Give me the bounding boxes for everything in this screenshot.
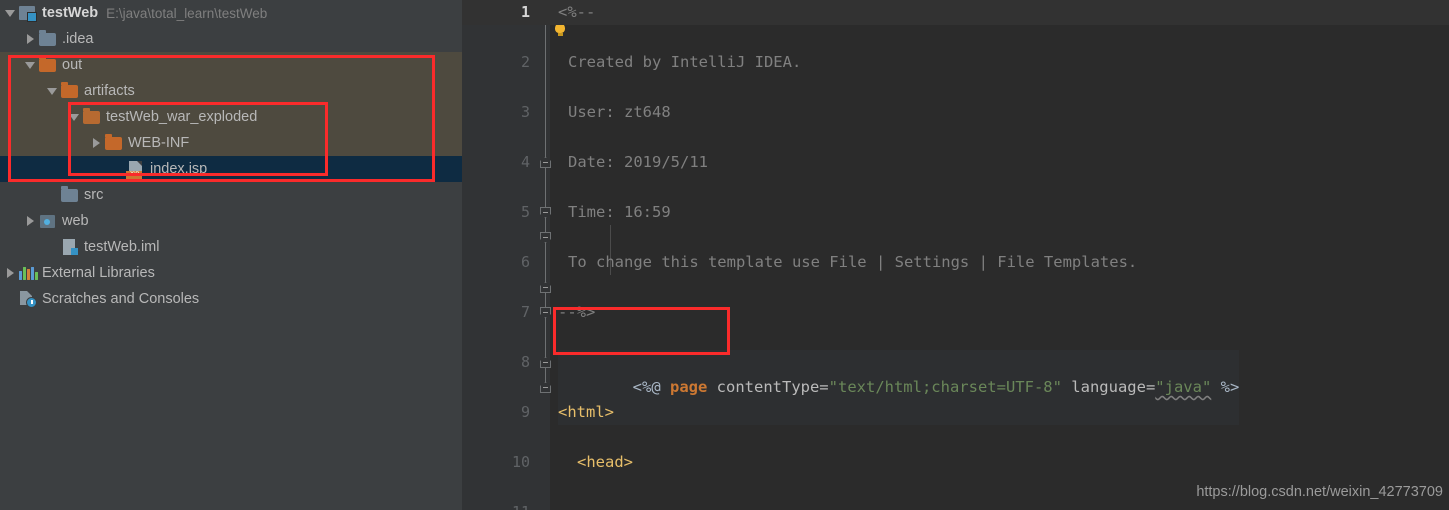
sidebar-item-testweb-iml[interactable]: testWeb.iml [0, 234, 462, 260]
chevron-down-icon[interactable] [2, 0, 18, 26]
code-line-6[interactable]: 6 To change this template use File | Set… [462, 250, 1449, 275]
sidebar-item-label: web [62, 213, 89, 229]
line-content: --%> [558, 303, 596, 321]
token-directive-open: <%@ [632, 378, 661, 396]
sidebar-item-web[interactable]: web [0, 208, 462, 234]
watermark-text: https://blog.csdn.net/weixin_42773709 [1196, 484, 1443, 500]
sidebar-item-artifacts[interactable]: artifacts [0, 78, 462, 104]
folder-icon [104, 133, 124, 153]
sidebar-item-label: Scratches and Consoles [42, 291, 200, 307]
chevron-down-icon[interactable] [66, 104, 82, 130]
sidebar-item-label: External Libraries [42, 265, 155, 281]
line-number: 9 [520, 403, 530, 421]
line-number: 5 [520, 203, 530, 221]
web-module-icon [38, 211, 58, 231]
code-editor[interactable]: 1 <%-- 2 Created by IntelliJ IDEA. 3 Use… [462, 0, 1449, 510]
line-content: <html> [558, 403, 614, 421]
project-tool-window[interactable]: testWeb E:\java\total_learn\testWeb .ide… [0, 0, 462, 510]
folder-icon [38, 55, 58, 75]
code-line-3[interactable]: 3 User: zt648 [462, 100, 1449, 125]
folder-icon [60, 185, 80, 205]
code-line-1[interactable]: 1 <%-- [462, 0, 1449, 25]
sidebar-item-label: artifacts [84, 83, 135, 99]
chevron-right-icon[interactable] [2, 260, 18, 286]
line-number: 10 [511, 453, 530, 471]
code-line-10[interactable]: 10 <head> [462, 450, 1449, 475]
module-icon [18, 3, 38, 23]
sidebar-item-label: testWeb_war_exploded [106, 109, 258, 125]
project-root-label: testWeb [42, 5, 99, 21]
folder-icon [38, 29, 58, 49]
token-attr-contenttype: contentType= [707, 378, 829, 396]
code-line-4[interactable]: 4 Date: 2019/5/11 [462, 150, 1449, 175]
token-value-language: "java" [1155, 378, 1212, 396]
sidebar-item-external-libraries[interactable]: External Libraries [0, 260, 462, 286]
line-content: Time: 16:59 [568, 203, 671, 221]
iml-file-icon [60, 237, 80, 257]
line-content: <title>$Title$</title> [596, 500, 876, 510]
line-number: 3 [520, 103, 530, 121]
sidebar-item-label: .idea [62, 31, 94, 47]
sidebar-item-index-jsp[interactable]: JSP index.jsp [0, 156, 462, 182]
line-number: 8 [520, 353, 530, 371]
code-line-11[interactable]: 11 <title>$Title$</title> [462, 500, 1449, 510]
line-number: 1 [520, 3, 530, 21]
project-root-path: E:\java\total_learn\testWeb [106, 5, 268, 21]
code-line-5[interactable]: 5 Time: 16:59 [462, 200, 1449, 225]
line-number: 6 [520, 253, 530, 271]
sidebar-item-web-inf[interactable]: WEB-INF [0, 130, 462, 156]
sidebar-item-label: WEB-INF [128, 135, 190, 151]
scratches-icon [18, 289, 38, 309]
sidebar-item-label: src [84, 187, 104, 203]
sidebar-item-src[interactable]: src [0, 182, 462, 208]
intellij-idea-window: testWeb E:\java\total_learn\testWeb .ide… [0, 0, 1449, 510]
sidebar-item-label: out [62, 57, 83, 73]
sidebar-item-scratches-and-consoles[interactable]: Scratches and Consoles [0, 286, 462, 312]
chevron-right-icon[interactable] [22, 208, 38, 234]
sidebar-item-testweb-war-exploded[interactable]: testWeb_war_exploded [0, 104, 462, 130]
token-attr-language: language= [1061, 378, 1156, 396]
line-content: Date: 2019/5/11 [568, 153, 708, 171]
line-number: 4 [520, 153, 530, 171]
line-number: 11 [462, 500, 530, 510]
line-content: Created by IntelliJ IDEA. [568, 53, 802, 71]
line-content: <%-- [558, 3, 596, 21]
folder-icon [82, 107, 102, 127]
code-line-2[interactable]: 2 Created by IntelliJ IDEA. [462, 50, 1449, 75]
token-page-keyword: page [670, 378, 708, 396]
jsp-file-icon: JSP [126, 159, 146, 179]
line-content: User: zt648 [568, 103, 671, 121]
folder-icon [60, 81, 80, 101]
line-number: 2 [520, 53, 530, 71]
line-content: <head> [577, 453, 633, 471]
token-value-contenttype: "text/html;charset=UTF-8" [828, 378, 1062, 396]
chevron-down-icon[interactable] [44, 78, 60, 104]
libraries-icon [18, 263, 38, 283]
line-content: To change this template use File | Setti… [568, 253, 1138, 271]
chevron-right-icon[interactable] [22, 26, 38, 52]
tree-row-project-root[interactable]: testWeb E:\java\total_learn\testWeb [0, 0, 462, 26]
code-line-7[interactable]: 7 --%> [462, 300, 1449, 325]
line-number: 7 [520, 303, 530, 321]
chevron-right-icon[interactable] [88, 130, 104, 156]
token-directive-close: %> [1211, 378, 1240, 396]
sidebar-item-idea[interactable]: .idea [0, 26, 462, 52]
chevron-down-icon[interactable] [22, 52, 38, 78]
code-line-8[interactable]: 8 <%@ page contentType="text/html;charse… [462, 350, 1449, 425]
sidebar-item-label: testWeb.iml [84, 239, 160, 255]
code-line-9[interactable]: 9 <html> [462, 400, 1449, 425]
sidebar-item-out[interactable]: out [0, 52, 462, 78]
sidebar-item-label: index.jsp [150, 161, 208, 177]
